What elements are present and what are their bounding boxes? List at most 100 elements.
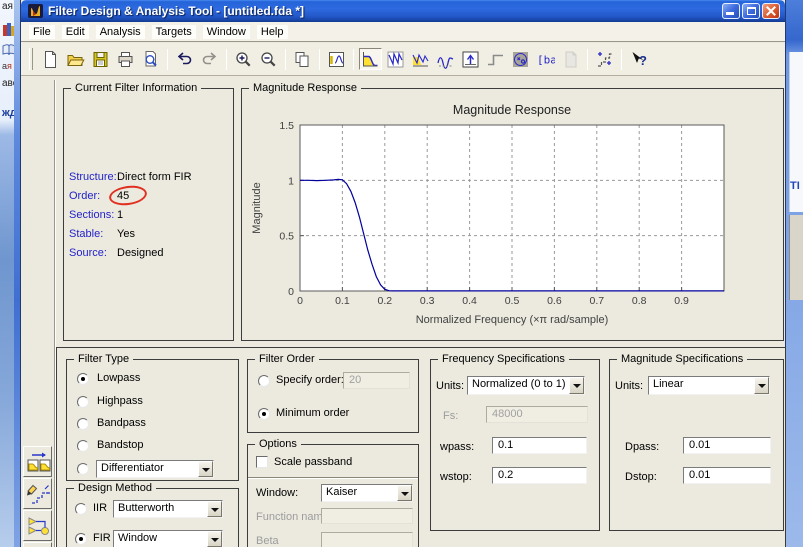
svg-text:0.5: 0.5 [279, 231, 294, 243]
background-app-left-edge: ая aя аво жде [0, 0, 23, 547]
magnitude-specs-panel: Magnitude Specifications Units: Linear D… [609, 353, 784, 531]
filter-info-source: Source: Designed [69, 247, 164, 259]
toolbar-copy-button[interactable] [291, 48, 314, 70]
set-quantization-button[interactable] [23, 478, 52, 509]
menu-analysis[interactable]: Analysis [95, 24, 145, 39]
svg-text:0: 0 [288, 286, 294, 298]
fir-method-dropdown[interactable]: Window [113, 530, 223, 547]
toolbar-zoom-in-button[interactable] [232, 48, 255, 70]
transform-filter-icon [26, 450, 51, 474]
radio-fir[interactable] [75, 533, 87, 545]
zoom-out-icon [259, 50, 278, 69]
fs-input[interactable]: 48000 [486, 406, 588, 423]
radio-specify-order[interactable] [258, 375, 270, 387]
toolbar-pole-zero-plot-button[interactable] [509, 48, 532, 70]
transform-filter-button[interactable] [23, 446, 52, 477]
toolbar-redo-button[interactable] [198, 48, 221, 70]
radio-highpass[interactable] [77, 396, 89, 408]
radio-lowpass[interactable] [77, 373, 89, 385]
toolbar-step-response-button[interactable] [484, 48, 507, 70]
window-dropdown[interactable]: Kaiser [321, 484, 413, 502]
toolbar-magnitude-response-button[interactable] [359, 48, 382, 70]
menu-window[interactable]: Window [202, 24, 250, 39]
chevron-down-icon [211, 538, 219, 542]
toolbar-group-delay-button[interactable] [434, 48, 457, 70]
toolbar-convert-structure-button[interactable] [325, 48, 348, 70]
radio-bandpass[interactable] [77, 418, 89, 430]
wpass-label: wpass: [440, 441, 475, 453]
toolbar-impulse-response-button[interactable] [459, 48, 482, 70]
toolbar-save-button[interactable] [89, 48, 112, 70]
options-divider [248, 477, 418, 479]
toolbar-phase-response-button[interactable] [384, 48, 407, 70]
function-name-input[interactable] [321, 508, 413, 524]
minimize-icon [726, 12, 734, 15]
toolbar-filter-information-button[interactable] [559, 48, 582, 70]
design-section: Filter Type Lowpass Highpass Bandpass Ba… [56, 347, 786, 547]
menu-help[interactable]: Help [256, 24, 288, 39]
svg-text:0.5: 0.5 [505, 295, 520, 307]
special-type-dropdown[interactable]: Differentiator [96, 460, 214, 478]
window-label: Window: [256, 487, 299, 499]
background-text-fragment: TI [790, 180, 800, 192]
wpass-input[interactable]: 0.1 [492, 437, 587, 454]
toolbar-print-button[interactable] [114, 48, 137, 70]
toolbar-separator [319, 48, 320, 70]
menu-edit[interactable]: Edit [61, 24, 89, 39]
toolbar-filter-coefficients-button[interactable]: [ba] [534, 48, 557, 70]
dstop-label: Dstop: [625, 471, 657, 483]
scale-passband-label: Scale passband [274, 456, 353, 468]
dstop-input[interactable]: 0.01 [683, 467, 771, 484]
toolbar-magnitude-and-phase-button[interactable] [409, 48, 432, 70]
toolbar-separator [353, 48, 354, 70]
toolbar-separator [587, 48, 588, 70]
beta-input[interactable] [321, 532, 413, 547]
minimize-button[interactable] [722, 3, 740, 19]
iir-method-dropdown[interactable]: Butterworth [113, 500, 223, 518]
background-panel [789, 215, 803, 300]
mag-units-dropdown[interactable]: Linear [648, 376, 770, 395]
wstop-label: wstop: [440, 471, 472, 483]
toolbar-full-view-analysis-button[interactable] [593, 48, 616, 70]
realize-model-button[interactable] [23, 510, 52, 541]
toolbar-open-file-button[interactable] [64, 48, 87, 70]
magnitude-and-phase-icon [411, 50, 430, 69]
full-view-analysis-icon [595, 50, 614, 69]
maximize-button[interactable] [742, 3, 760, 19]
specify-order-label: Specify order: [276, 374, 344, 386]
toolbar-new-file-button[interactable] [39, 48, 62, 70]
close-button[interactable] [762, 3, 780, 19]
import-filter-button[interactable] [23, 542, 52, 547]
title-bar[interactable]: Filter Design & Analysis Tool - [untitle… [21, 0, 785, 22]
menu-targets[interactable]: Targets [151, 24, 196, 39]
impulse-response-icon [461, 50, 480, 69]
specify-order-input[interactable]: 20 [343, 372, 410, 389]
fdatool-app-icon [28, 4, 43, 18]
magnitude-response-chart: 0 0.1 0.2 0.3 0.4 0.5 0.6 0.7 0.8 0.9 0 0.5 1 1.5 Magn… [244, 95, 779, 343]
x-axis-label: Normalized Frequency (×π rad/sample) [416, 314, 609, 326]
wstop-input[interactable]: 0.2 [492, 467, 587, 484]
radio-bandstop-label: Bandstop [97, 439, 144, 451]
dpass-input[interactable]: 0.01 [683, 437, 771, 454]
toolbar-grip[interactable] [29, 48, 33, 70]
filter-information-icon [561, 50, 580, 69]
svg-text:0.8: 0.8 [632, 295, 647, 307]
toolbar-undo-button[interactable] [173, 48, 196, 70]
dpass-label: Dpass: [625, 441, 660, 453]
fdatool-window: Filter Design & Analysis Tool - [untitle… [20, 0, 786, 547]
radio-minimum-order[interactable] [258, 408, 270, 420]
filter-info-stable: Stable: Yes [69, 228, 135, 240]
toolbar-zoom-out-button[interactable] [257, 48, 280, 70]
svg-text:0.2: 0.2 [377, 295, 392, 307]
menu-file[interactable]: File [29, 24, 55, 39]
chevron-down-icon [202, 468, 210, 472]
toolbar-separator [621, 48, 622, 70]
radio-iir[interactable] [75, 503, 87, 515]
phase-response-icon [386, 50, 405, 69]
toolbar-whats-this-help-button[interactable]: ? [627, 48, 650, 70]
scale-passband-checkbox[interactable] [256, 456, 268, 468]
radio-bandstop[interactable] [77, 440, 89, 452]
freq-units-dropdown[interactable]: Normalized (0 to 1) [467, 376, 585, 395]
toolbar-print-preview-button[interactable] [139, 48, 162, 70]
radio-special-type[interactable] [77, 463, 89, 475]
